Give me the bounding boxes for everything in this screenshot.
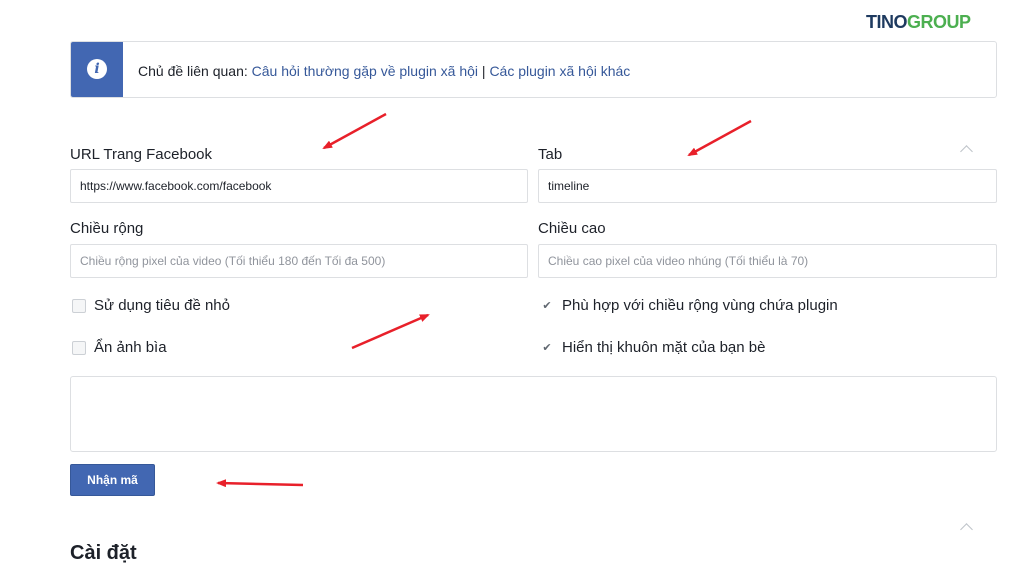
collapse-chevron-up-icon[interactable] <box>960 520 972 532</box>
small-header-label: Sử dụng tiêu đề nhỏ <box>94 297 230 314</box>
show-faces-checkbox[interactable]: ✔ Hiển thị khuôn mặt của bạn bè <box>540 339 765 356</box>
arrow-to-url-label <box>322 112 387 150</box>
width-input[interactable]: Chiều rộng pixel của video (Tối thiểu 18… <box>70 244 528 278</box>
info-icon: i <box>87 59 107 79</box>
width-label: Chiều rộng <box>70 220 144 237</box>
logo-text-gr: GR <box>907 12 934 32</box>
checkbox-box[interactable] <box>72 298 86 313</box>
related-topics-prefix: Chủ đề liên quan: <box>138 63 252 79</box>
logo-o-icon: O <box>933 12 947 32</box>
url-input[interactable]: https://www.facebook.com/facebook <box>70 169 528 203</box>
tinogroup-logo: TINOGROUP <box>866 12 971 33</box>
collapse-chevron-up-icon[interactable] <box>960 142 972 154</box>
logo-text-tino: TINO <box>866 12 908 32</box>
adapt-width-checkbox[interactable]: ✔ Phù hợp với chiều rộng vùng chứa plugi… <box>540 297 838 314</box>
adapt-width-label: Phù hợp với chiều rộng vùng chứa plugin <box>562 297 838 314</box>
arrow-to-checkboxes <box>351 313 430 350</box>
related-topics-text: Chủ đề liên quan: Câu hỏi thường gặp về … <box>138 63 630 79</box>
show-faces-label: Hiển thị khuôn mặt của bạn bè <box>562 339 766 356</box>
check-icon[interactable]: ✔ <box>540 341 554 355</box>
height-label: Chiều cao <box>538 220 606 237</box>
faq-link[interactable]: Câu hỏi thường gặp về plugin xã hội <box>252 63 478 79</box>
hide-cover-checkbox[interactable]: Ẩn ảnh bìa <box>72 339 167 356</box>
settings-title: Cài đặt <box>70 542 137 564</box>
small-header-checkbox[interactable]: Sử dụng tiêu đề nhỏ <box>72 297 230 314</box>
url-label: URL Trang Facebook <box>70 146 213 163</box>
code-output-area[interactable] <box>70 376 997 452</box>
link-separator: | <box>478 63 490 79</box>
check-icon[interactable]: ✔ <box>540 299 554 313</box>
tab-input[interactable]: timeline <box>538 169 997 203</box>
arrow-to-tab-label <box>687 119 752 157</box>
hide-cover-label: Ẩn ảnh bìa <box>94 339 167 356</box>
get-code-button[interactable]: Nhận mã <box>70 464 155 496</box>
tab-label: Tab <box>538 146 563 163</box>
logo-text-up: UP <box>946 12 972 32</box>
related-topics-box: i Chủ đề liên quan: Câu hỏi thường gặp v… <box>70 41 997 98</box>
arrow-to-get-code-button <box>216 479 304 488</box>
checkbox-box[interactable] <box>72 340 86 355</box>
other-plugins-link[interactable]: Các plugin xã hội khác <box>489 63 630 79</box>
height-input[interactable]: Chiều cao pixel của video nhúng (Tối thi… <box>538 244 997 278</box>
info-strip: i <box>71 42 123 97</box>
